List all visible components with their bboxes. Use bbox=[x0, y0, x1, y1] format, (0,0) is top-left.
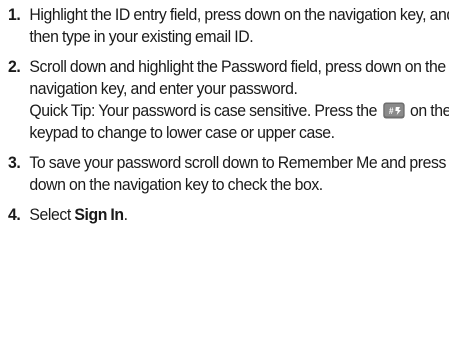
quick-tip-text: Quick Tip: Your password is case sensiti… bbox=[29, 101, 353, 120]
step-number: 1. bbox=[8, 5, 21, 24]
step-4: 4. Select Sign In. bbox=[8, 204, 449, 226]
step-3: 3. To save your password scroll down to … bbox=[8, 152, 449, 196]
step-2: 2. Scroll down and highlight the Passwor… bbox=[8, 56, 449, 144]
pound-shift-key-icon: # bbox=[382, 102, 405, 119]
step-text: Scroll down and highlight the Password f… bbox=[29, 57, 446, 98]
sign-in-label: Sign In bbox=[74, 205, 124, 224]
svg-text:#: # bbox=[388, 106, 393, 116]
step-number: 4. bbox=[8, 205, 21, 224]
quick-tip-before-icon: the bbox=[356, 101, 377, 120]
step-number: 3. bbox=[8, 153, 21, 172]
step-text-before: Select bbox=[29, 205, 71, 224]
step-1: 1. Highlight the ID entry field, press d… bbox=[8, 4, 449, 48]
step-text-after: . bbox=[123, 205, 128, 224]
step-text: Highlight the ID entry field, press down… bbox=[29, 5, 449, 46]
step-number: 2. bbox=[8, 57, 21, 76]
instruction-steps: 1. Highlight the ID entry field, press d… bbox=[8, 4, 449, 234]
step-text: To save your password scroll down to Rem… bbox=[29, 153, 446, 194]
